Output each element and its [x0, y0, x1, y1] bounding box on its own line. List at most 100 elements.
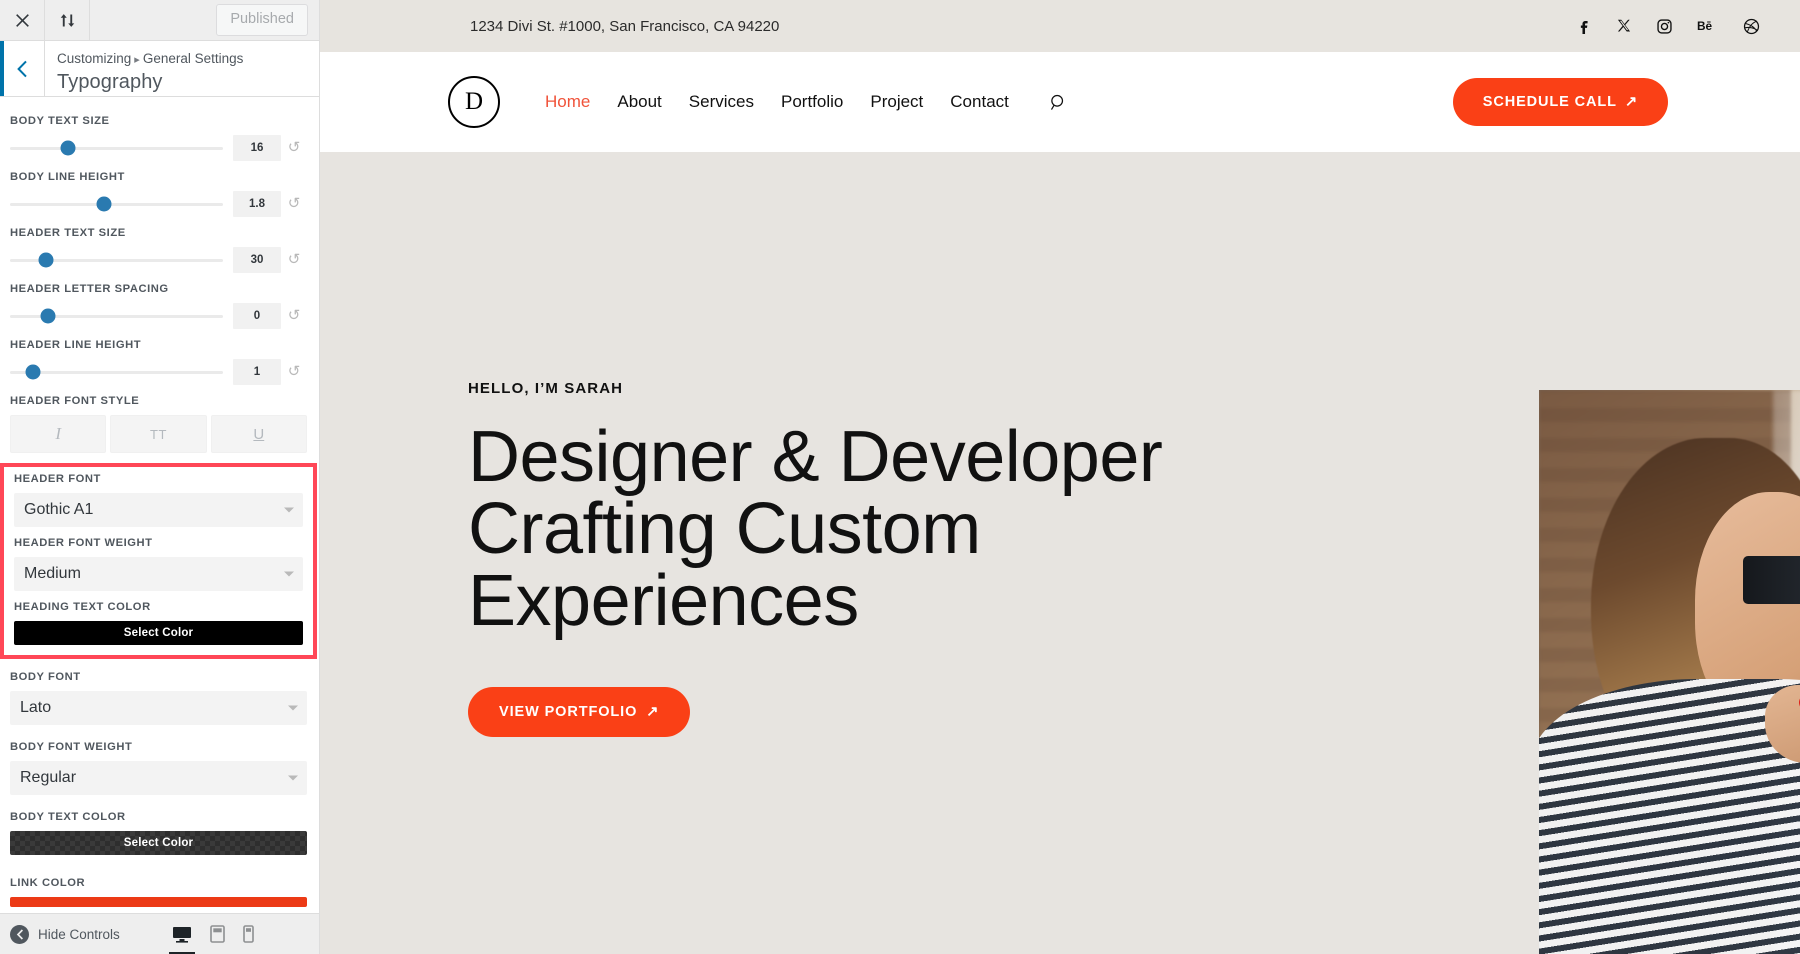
- control-label: HEADER FONT: [14, 473, 101, 485]
- hero-title-line-3: Experiences: [468, 561, 859, 641]
- header-font-select[interactable]: Gothic A1: [14, 493, 303, 527]
- control-header-letter-spacing: HEADER LETTER SPACING 0 ↺: [10, 283, 307, 329]
- dribbble-icon[interactable]: [1743, 18, 1760, 35]
- slider-row: 1 ↺: [10, 359, 307, 385]
- header-font-weight-select[interactable]: Medium: [14, 557, 303, 591]
- view-portfolio-label: VIEW PORTFOLIO: [499, 704, 638, 720]
- nav-link-project[interactable]: Project: [870, 92, 923, 112]
- slider-track[interactable]: [10, 308, 223, 324]
- breadcrumb: Customizing ▸ General Settings: [57, 49, 243, 69]
- slider-track-wrap[interactable]: [10, 251, 223, 269]
- nav-link-contact[interactable]: Contact: [950, 92, 1009, 112]
- control-link-color: LINK COLOR: [10, 877, 307, 907]
- close-icon[interactable]: [0, 0, 45, 40]
- control-header-font-style: HEADER FONT STYLE I TT U: [10, 395, 307, 453]
- slider-thumb[interactable]: [25, 364, 41, 380]
- slider-thumb[interactable]: [96, 196, 112, 212]
- slider-thumb[interactable]: [40, 308, 56, 324]
- control-header-font-weight: HEADER FONT WEIGHT Medium: [14, 537, 303, 591]
- social-links: Bē: [1575, 18, 1760, 35]
- slider-track[interactable]: [10, 140, 223, 156]
- italic-button[interactable]: I: [10, 415, 107, 453]
- reset-icon[interactable]: ↺: [281, 303, 307, 329]
- highlight-annotation-box: HEADER FONT Gothic A1 HEADER FONT WEIGHT…: [0, 463, 317, 659]
- chevron-down-icon: [284, 571, 294, 577]
- breadcrumb-parent: General Settings: [142, 50, 244, 66]
- hero-title-line-1: Designer & Developer: [468, 417, 1163, 497]
- slider-value-input[interactable]: 16: [233, 135, 281, 161]
- topbar-address: 1234 Divi St. #1000, San Francisco, CA 9…: [470, 17, 780, 35]
- slider-row: 16 ↺: [10, 135, 307, 161]
- publish-button[interactable]: Published: [216, 3, 308, 37]
- slider-track-wrap[interactable]: [10, 307, 223, 325]
- control-body-text-color: BODY TEXT COLOR Select Color: [10, 811, 307, 855]
- reset-icon[interactable]: ↺: [281, 359, 307, 385]
- search-icon[interactable]: [1049, 93, 1068, 112]
- control-label: HEADER TEXT SIZE: [10, 227, 126, 239]
- body-font-weight-value: Regular: [20, 769, 77, 786]
- tablet-icon[interactable]: [210, 925, 225, 943]
- control-header-line-height: HEADER LINE HEIGHT 1 ↺: [10, 339, 307, 385]
- customizer-app: Published Customizing ▸ General Settings T…: [0, 0, 1800, 954]
- slider-value-input[interactable]: 1.8: [233, 191, 281, 217]
- customizer-controls-pane[interactable]: BODY TEXT SIZE 16 ↺ BODY LINE HEIGHT 1.8…: [0, 97, 319, 913]
- customizer-sidebar: Published Customizing ▸ General Settings T…: [0, 0, 320, 954]
- primary-nav: Home About Services Portfolio Project Co…: [545, 92, 1068, 112]
- view-portfolio-button[interactable]: VIEW PORTFOLIO ↗: [468, 687, 691, 737]
- slider-row: 0 ↺: [10, 303, 307, 329]
- slider-row: 30 ↺: [10, 247, 307, 273]
- hide-controls-button[interactable]: Hide Controls: [10, 924, 120, 944]
- chevron-left-icon[interactable]: [0, 41, 45, 96]
- behance-icon[interactable]: Bē: [1697, 19, 1719, 33]
- control-body-font: BODY FONT Lato: [10, 671, 307, 725]
- desktop-icon[interactable]: [172, 926, 192, 943]
- slider-value-input[interactable]: 0: [233, 303, 281, 329]
- nav-link-services[interactable]: Services: [689, 92, 754, 112]
- slider-value-input[interactable]: 30: [233, 247, 281, 273]
- slider-track-wrap[interactable]: [10, 363, 223, 381]
- schedule-call-button[interactable]: SCHEDULE CALL ↗: [1452, 78, 1668, 126]
- reset-icon[interactable]: ↺: [281, 191, 307, 217]
- mobile-icon[interactable]: [243, 925, 254, 943]
- facebook-icon[interactable]: [1575, 18, 1592, 35]
- link-color-button[interactable]: [10, 897, 307, 907]
- site-navbar: D Home About Services Portfolio Project …: [320, 52, 1800, 152]
- instagram-icon[interactable]: [1656, 18, 1673, 35]
- nav-link-about[interactable]: About: [617, 92, 661, 112]
- customizer-topbar: Published: [0, 0, 319, 41]
- reset-icon[interactable]: ↺: [281, 247, 307, 273]
- body-font-weight-select[interactable]: Regular: [10, 761, 307, 795]
- reset-icon[interactable]: ↺: [281, 135, 307, 161]
- nav-link-portfolio[interactable]: Portfolio: [781, 92, 843, 112]
- slider-thumb[interactable]: [38, 252, 54, 268]
- body-font-select[interactable]: Lato: [10, 691, 307, 725]
- svg-text:Bē: Bē: [1697, 19, 1713, 33]
- uppercase-button[interactable]: TT: [110, 415, 207, 453]
- slider-track[interactable]: [10, 196, 223, 212]
- slider-track-wrap[interactable]: [10, 195, 223, 213]
- site-topbar: 1234 Divi St. #1000, San Francisco, CA 9…: [320, 0, 1800, 52]
- slider-thumb[interactable]: [60, 140, 75, 156]
- slider-track[interactable]: [10, 364, 223, 380]
- control-header-text-size: HEADER TEXT SIZE 30 ↺: [10, 227, 307, 273]
- control-header-font: HEADER FONT Gothic A1: [14, 473, 303, 527]
- site-logo[interactable]: D: [448, 76, 500, 128]
- control-label: HEADER LETTER SPACING: [10, 283, 169, 295]
- control-label: HEADER LINE HEIGHT: [10, 339, 142, 351]
- sort-order-icon[interactable]: [45, 0, 90, 40]
- hero-title: Designer & Developer Crafting Custom Exp…: [468, 421, 1163, 637]
- customizer-footer: Hide Controls: [0, 913, 319, 954]
- control-heading-text-color: HEADING TEXT COLOR Select Color: [14, 601, 303, 645]
- slider-track[interactable]: [10, 252, 223, 268]
- slider-track-wrap[interactable]: [10, 139, 223, 157]
- x-twitter-icon[interactable]: [1616, 18, 1632, 34]
- underline-button[interactable]: U: [210, 415, 307, 453]
- panel-title-wrap: Customizing ▸ General Settings Typography: [45, 41, 243, 96]
- slider-value-input[interactable]: 1: [233, 359, 281, 385]
- header-font-weight-value: Medium: [24, 565, 81, 582]
- control-body-text-size: BODY TEXT SIZE 16 ↺: [10, 115, 307, 161]
- nav-link-home[interactable]: Home: [545, 92, 590, 112]
- body-text-color-button[interactable]: Select Color: [10, 831, 307, 855]
- arrow-up-right-icon: ↗: [1624, 94, 1638, 110]
- heading-text-color-button[interactable]: Select Color: [14, 621, 303, 645]
